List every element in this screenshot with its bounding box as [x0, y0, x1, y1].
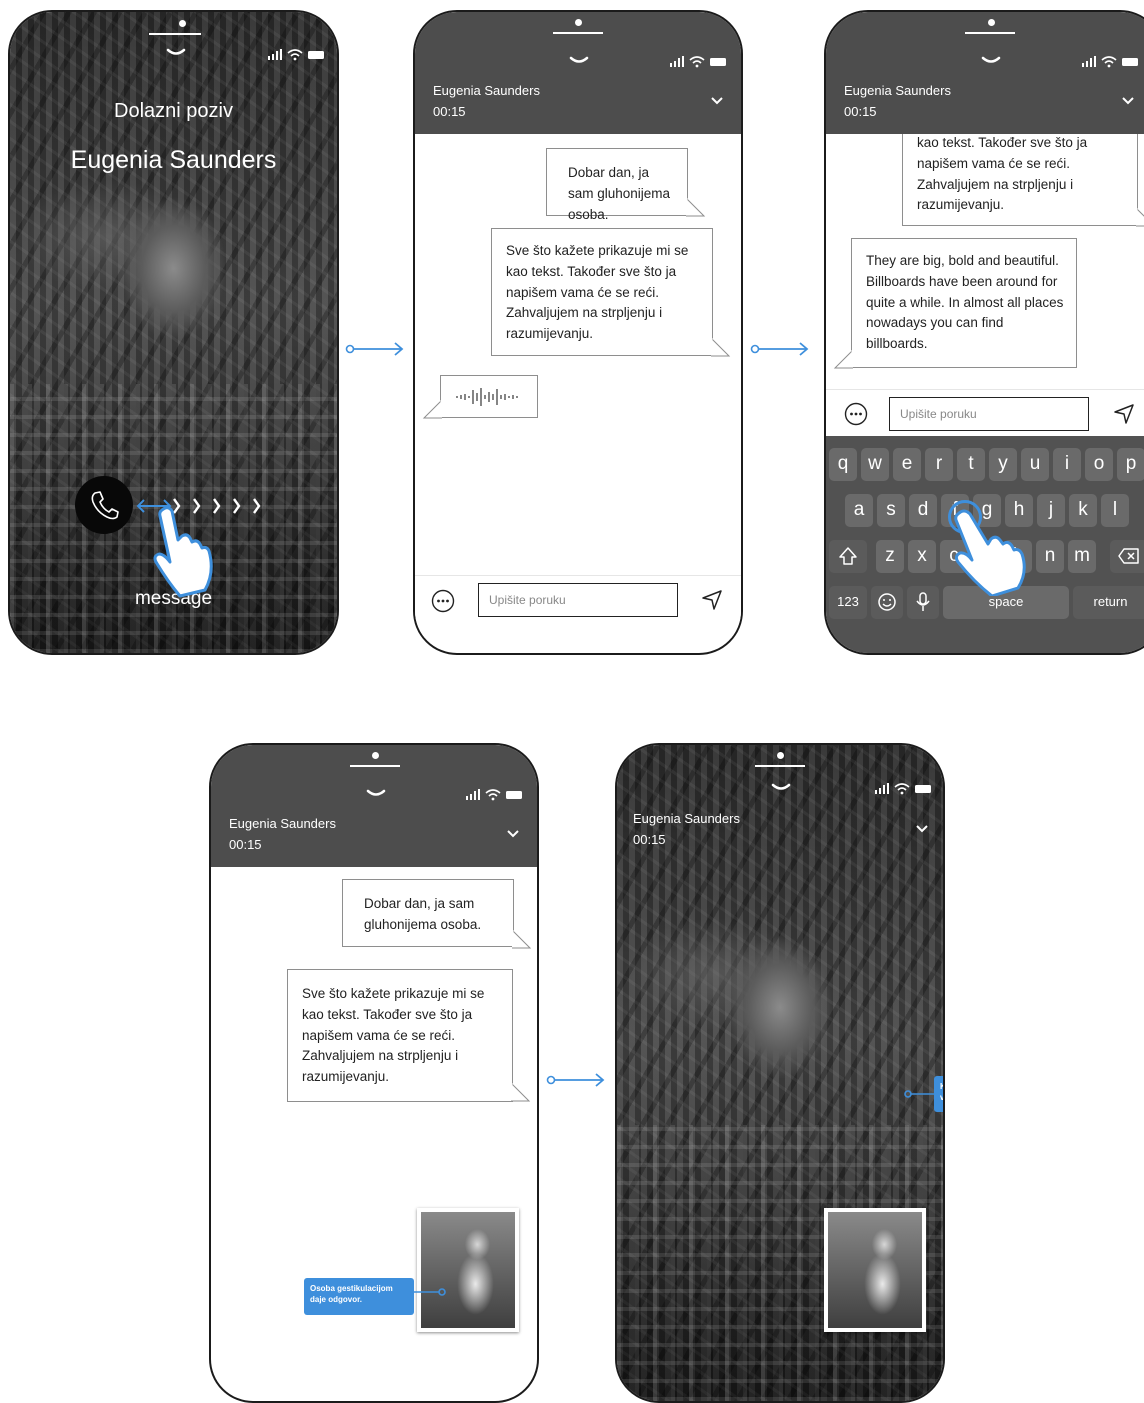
key-x[interactable]: x — [908, 540, 936, 573]
message-input[interactable]: Upišite poruku — [478, 583, 678, 617]
contact-name: Eugenia Saunders — [229, 816, 336, 831]
key-l[interactable]: l — [1101, 494, 1129, 527]
collapse-chevron-icon[interactable] — [710, 96, 724, 106]
backspace-icon — [1118, 548, 1139, 564]
sent-message-bubble: Sve što kažete prikazuje mi se kao tekst… — [491, 228, 713, 356]
self-video-thumbnail[interactable] — [824, 1208, 926, 1332]
sent-message-bubble: kao tekst. Također sve što ja napišem va… — [902, 120, 1138, 226]
screen-incoming-call: Dolazni poziv Eugenia Saunders message — [8, 10, 339, 655]
key-z[interactable]: z — [876, 540, 904, 573]
status-icons — [268, 49, 324, 61]
message-input-bar: Upišite poruku — [826, 389, 1144, 437]
send-icon[interactable] — [1113, 403, 1135, 425]
call-timer: 00:15 — [844, 104, 877, 119]
notch-line — [350, 765, 400, 767]
flow-arrow-icon — [750, 342, 809, 356]
numbers-key[interactable]: 123 — [829, 586, 867, 619]
collapse-chevron-icon[interactable] — [506, 829, 520, 839]
chevron-down-icon[interactable] — [366, 789, 386, 799]
microphone-icon — [916, 592, 930, 611]
sent-message-bubble: Dobar dan, ja sam gluhonijema osoba. — [546, 148, 688, 222]
flow-arrow-icon — [345, 342, 404, 356]
received-message-bubble: They are big, bold and beautiful. Billbo… — [851, 238, 1077, 368]
key-w[interactable]: w — [861, 448, 889, 481]
emoji-key[interactable] — [871, 586, 903, 619]
key-a[interactable]: a — [845, 494, 873, 527]
flow-arrow-icon — [546, 1073, 605, 1087]
call-header: Eugenia Saunders 00:15 — [826, 12, 1144, 134]
camera-dot — [179, 20, 186, 27]
key-r[interactable]: r — [925, 448, 953, 481]
status-icons — [670, 56, 726, 68]
key-y[interactable]: y — [989, 448, 1017, 481]
screen-video-call: Eugenia Saunders 00:15 Komunikacija se n… — [615, 743, 945, 1403]
key-j[interactable]: j — [1037, 494, 1065, 527]
sent-message-bubble: Sve što kažete prikazuje mi se kao tekst… — [287, 969, 513, 1102]
chevron-down-icon[interactable] — [981, 56, 1001, 66]
key-o[interactable]: o — [1085, 448, 1113, 481]
dictation-key[interactable] — [907, 586, 939, 619]
notch-line — [149, 33, 201, 35]
sent-message-bubble: Dobar dan, ja sam gluhonijema osoba. — [342, 879, 514, 947]
status-icons — [875, 783, 931, 795]
collapse-chevron-icon[interactable] — [915, 824, 929, 834]
contact-name: Eugenia Saunders — [633, 811, 740, 826]
notch-line — [755, 765, 805, 767]
key-n[interactable]: n — [1036, 540, 1064, 573]
shift-icon — [839, 547, 857, 565]
video-thumbnail[interactable] — [417, 1208, 519, 1332]
key-d[interactable]: d — [909, 494, 937, 527]
status-icons — [466, 789, 522, 801]
incoming-call-label: Dolazni poziv — [114, 100, 233, 122]
screen-chat: Eugenia Saunders 00:15 Dobar dan, ja sam… — [413, 10, 743, 655]
call-timer: 00:15 — [633, 832, 666, 847]
key-e[interactable]: e — [893, 448, 921, 481]
answer-call-button[interactable] — [75, 476, 133, 534]
message-input-bar: Upišite poruku — [415, 575, 741, 638]
call-header: Eugenia Saunders 00:15 — [211, 745, 537, 867]
contact-name: Eugenia Saunders — [433, 83, 540, 98]
hand-pointer-icon — [954, 509, 1026, 596]
key-m[interactable]: m — [1068, 540, 1096, 573]
screen-chat-video-reply: Eugenia Saunders 00:15 Dobar dan, ja sam… — [209, 743, 539, 1403]
more-options-icon[interactable] — [844, 402, 868, 426]
camera-dot — [372, 752, 379, 759]
chevron-down-icon[interactable] — [771, 783, 791, 793]
key-u[interactable]: u — [1021, 448, 1049, 481]
collapse-chevron-icon[interactable] — [1121, 96, 1135, 106]
camera-dot — [575, 19, 582, 26]
phone-icon — [91, 491, 119, 520]
backspace-key[interactable] — [1110, 540, 1144, 573]
notch-line — [553, 32, 603, 34]
shift-key[interactable] — [829, 540, 867, 573]
message-input[interactable]: Upišite poruku — [889, 397, 1089, 431]
chevron-down-icon[interactable] — [569, 56, 589, 66]
return-key[interactable]: return — [1073, 586, 1144, 619]
hand-pointer-icon — [153, 506, 213, 598]
call-header: Eugenia Saunders 00:15 — [415, 12, 741, 134]
status-icons — [1082, 56, 1138, 68]
call-timer: 00:15 — [433, 104, 466, 119]
voice-message-bubble[interactable] — [440, 375, 538, 418]
camera-dot — [988, 19, 995, 26]
gesture-annotation: Osoba gestikulacijom daje odgovor. — [304, 1278, 414, 1315]
key-t[interactable]: t — [957, 448, 985, 481]
chevron-down-icon[interactable] — [166, 48, 186, 58]
screen-typing: kao tekst. Također sve što ja napišem va… — [824, 10, 1144, 655]
key-k[interactable]: k — [1069, 494, 1097, 527]
emoji-icon — [878, 593, 896, 611]
more-options-icon[interactable] — [431, 589, 455, 613]
key-i[interactable]: i — [1053, 448, 1081, 481]
camera-dot — [777, 752, 784, 759]
send-icon[interactable] — [701, 589, 723, 611]
key-s[interactable]: s — [877, 494, 905, 527]
caller-name: Eugenia Saunders — [70, 146, 277, 174]
waveform-icon — [456, 388, 518, 406]
key-p[interactable]: p — [1117, 448, 1144, 481]
call-timer: 00:15 — [229, 837, 262, 852]
notch-line — [965, 32, 1015, 34]
contact-name: Eugenia Saunders — [844, 83, 951, 98]
key-q[interactable]: q — [829, 448, 857, 481]
